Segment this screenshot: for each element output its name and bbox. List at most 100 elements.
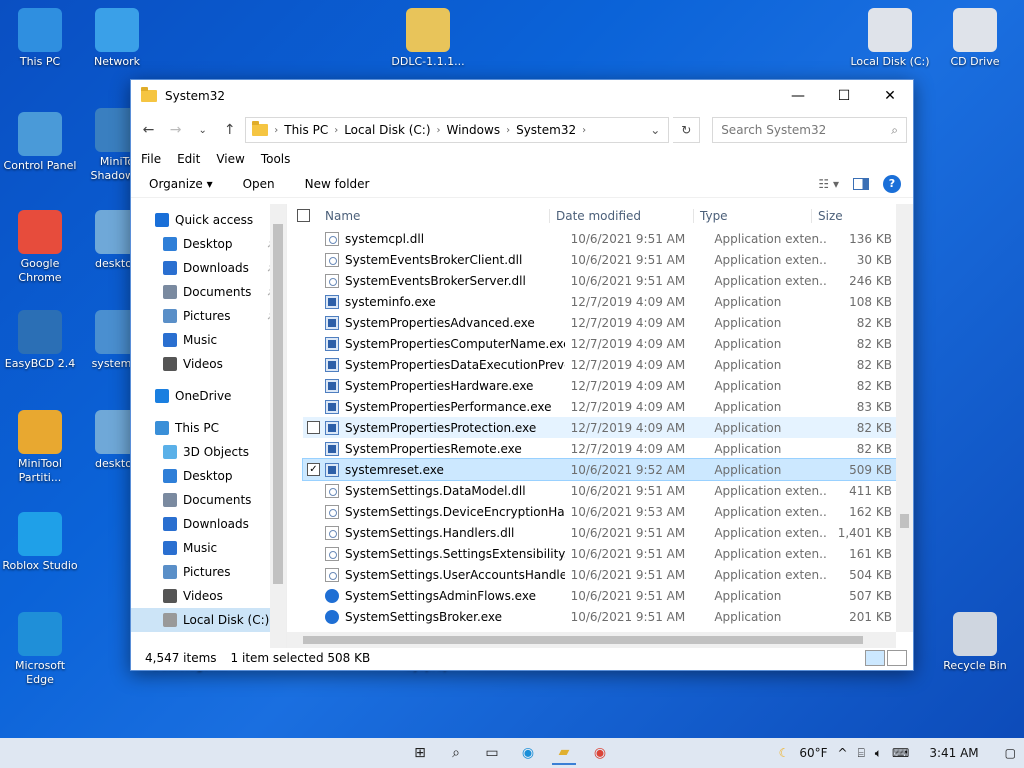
address-dropdown-icon[interactable]: ⌄ xyxy=(642,123,668,137)
organize-button[interactable]: Organize ▾ xyxy=(149,177,213,191)
column-size[interactable]: Size xyxy=(811,209,881,223)
search-input[interactable]: Search System32 ⌕ xyxy=(712,117,907,143)
table-row[interactable]: SystemEventsBrokerServer.dll 10/6/2021 9:… xyxy=(303,270,896,291)
desktop-icon[interactable]: Local Disk (C:) xyxy=(850,8,930,69)
desktop-icon[interactable]: MiniTool Partiti... xyxy=(0,410,80,485)
desktop-icon[interactable]: DDLC-1.1.1... xyxy=(388,8,468,69)
open-button[interactable]: Open xyxy=(243,177,275,191)
table-row[interactable]: SystemSettings.UserAccountsHandler... 10/… xyxy=(303,564,896,585)
row-checkbox[interactable] xyxy=(307,421,320,434)
table-row[interactable]: SystemSettings.Handlers.dll 10/6/2021 9:5… xyxy=(303,522,896,543)
nav-item[interactable]: Pictures📌︎ xyxy=(131,304,286,328)
weather-temp[interactable]: 60°F xyxy=(799,746,827,760)
nav-item[interactable]: Documents📌︎ xyxy=(131,280,286,304)
table-row[interactable]: SystemSettings.DeviceEncryptionHan... 10/… xyxy=(303,501,896,522)
refresh-button[interactable]: ↻ xyxy=(673,117,701,143)
back-button[interactable]: ← xyxy=(137,118,160,142)
table-row[interactable]: SystemPropertiesDataExecutionPreve... 12/… xyxy=(303,354,896,375)
help-icon[interactable]: ? xyxy=(883,174,901,193)
nav-item[interactable]: Desktop xyxy=(131,464,286,488)
search-button[interactable]: ⌕ xyxy=(444,741,468,765)
desktop-icon[interactable]: CD Drive xyxy=(935,8,1015,69)
file-list-vscrollbar[interactable] xyxy=(896,204,913,632)
nav-item[interactable]: Pictures xyxy=(131,560,286,584)
up-button[interactable]: ↑ xyxy=(218,118,241,142)
task-view-button[interactable]: ▭ xyxy=(480,741,504,765)
nav-item[interactable]: Documents xyxy=(131,488,286,512)
table-row[interactable]: SystemSettings.DataModel.dll 10/6/2021 9:… xyxy=(303,480,896,501)
desktop-icon[interactable]: EasyBCD 2.4 xyxy=(0,310,80,371)
column-date-modified[interactable]: Date modified xyxy=(549,209,693,223)
menu-edit[interactable]: Edit xyxy=(177,152,200,166)
table-row[interactable]: SystemSettingsAdminFlows.exe 10/6/2021 9:… xyxy=(303,585,896,606)
table-row[interactable]: systemcpl.dll 10/6/2021 9:51 AM Applicatio… xyxy=(303,228,896,249)
volume-icon[interactable]: 🔈︎ xyxy=(875,746,882,761)
keyboard-icon[interactable]: ⌨ xyxy=(892,746,909,760)
forward-button[interactable]: → xyxy=(164,118,187,142)
desktop-icon[interactable]: Google Chrome xyxy=(0,210,80,285)
column-name[interactable]: Name xyxy=(287,209,549,223)
address-bar[interactable]: › This PC › Local Disk (C:) › Windows › … xyxy=(245,117,670,143)
maximize-button[interactable]: ☐ xyxy=(821,80,867,112)
desktop-icon[interactable]: Recycle Bin xyxy=(935,612,1015,673)
nav-item[interactable]: Local Disk (C:) xyxy=(131,608,286,632)
breadcrumb-system32[interactable]: System32 xyxy=(516,123,576,137)
nav-item[interactable]: OneDrive xyxy=(131,384,286,408)
breadcrumb-this-pc[interactable]: This PC xyxy=(284,123,328,137)
desktop-icon[interactable]: This PC xyxy=(0,8,80,69)
select-all-checkbox[interactable] xyxy=(297,209,310,222)
nav-item[interactable]: This PC xyxy=(131,416,286,440)
desktop-icon[interactable]: Network xyxy=(77,8,157,69)
new-folder-button[interactable]: New folder xyxy=(305,177,370,191)
table-row[interactable]: systeminfo.exe 12/7/2019 4:09 AM Applicati… xyxy=(303,291,896,312)
file-date-modified: 10/6/2021 9:51 AM xyxy=(570,609,686,624)
nav-item[interactable]: Music xyxy=(131,536,286,560)
title-bar[interactable]: System32 — ☐ ✕ xyxy=(131,80,913,112)
preview-pane-icon[interactable] xyxy=(853,177,869,190)
breadcrumb-windows[interactable]: Windows xyxy=(447,123,501,137)
network-icon[interactable]: ⌸ xyxy=(858,746,865,761)
close-button[interactable]: ✕ xyxy=(867,80,913,112)
file-explorer-taskbar-icon[interactable]: ▰ xyxy=(552,741,576,765)
nav-item[interactable]: Quick access xyxy=(131,208,286,232)
nav-item[interactable]: Videos xyxy=(131,352,286,376)
table-row[interactable]: SystemPropertiesPerformance.exe 12/7/2019… xyxy=(303,396,896,417)
table-row[interactable]: SystemPropertiesProtection.exe 12/7/2019 … xyxy=(303,417,896,438)
row-checkbox[interactable]: ✓ xyxy=(307,463,320,476)
nav-item[interactable]: Videos xyxy=(131,584,286,608)
clock[interactable]: 3:41 AM xyxy=(929,746,978,760)
table-row[interactable]: SystemSettingsBroker.exe 10/6/2021 9:51 A… xyxy=(303,606,896,627)
minimize-button[interactable]: — xyxy=(775,80,821,112)
weather-icon[interactable]: ☾ xyxy=(779,746,790,760)
column-type[interactable]: Type xyxy=(693,209,811,223)
menu-file[interactable]: File xyxy=(141,152,161,166)
table-row[interactable]: SystemPropertiesHardware.exe 12/7/2019 4:… xyxy=(303,375,896,396)
nav-scrollbar[interactable] xyxy=(270,204,286,648)
chevron-up-icon[interactable]: ^ xyxy=(838,746,848,760)
nav-item[interactable]: Downloads xyxy=(131,512,286,536)
details-view-button[interactable] xyxy=(865,650,885,666)
table-row[interactable]: SystemEventsBrokerClient.dll 10/6/2021 9:… xyxy=(303,249,896,270)
chrome-taskbar-icon[interactable]: ◉ xyxy=(588,741,612,765)
large-icons-view-button[interactable] xyxy=(887,650,907,666)
recent-locations-button[interactable]: ⌄ xyxy=(191,118,214,142)
desktop-icon[interactable]: Microsoft Edge xyxy=(0,612,80,687)
nav-item[interactable]: Desktop📌︎ xyxy=(131,232,286,256)
table-row[interactable]: SystemPropertiesAdvanced.exe 12/7/2019 4:… xyxy=(303,312,896,333)
nav-item[interactable]: Downloads📌︎ xyxy=(131,256,286,280)
edge-taskbar-icon[interactable]: ◉ xyxy=(516,741,540,765)
breadcrumb-local-disk[interactable]: Local Disk (C:) xyxy=(344,123,430,137)
nav-item[interactable]: 3D Objects xyxy=(131,440,286,464)
change-view-icon[interactable]: ☷ ▾ xyxy=(818,177,839,191)
start-button[interactable]: ⊞ xyxy=(408,741,432,765)
desktop-icon[interactable]: Roblox Studio xyxy=(0,512,80,573)
menu-tools[interactable]: Tools xyxy=(261,152,291,166)
menu-view[interactable]: View xyxy=(216,152,244,166)
nav-item[interactable]: Music xyxy=(131,328,286,352)
table-row[interactable]: SystemPropertiesComputerName.exe 12/7/201… xyxy=(303,333,896,354)
table-row[interactable]: SystemSettings.SettingsExtensibility.dll… xyxy=(303,543,896,564)
table-row[interactable]: SystemPropertiesRemote.exe 12/7/2019 4:09… xyxy=(303,438,896,459)
notification-icon[interactable]: ▢ xyxy=(1005,746,1016,760)
table-row[interactable]: ✓ systemreset.exe 10/6/2021 9:52 AM Applica… xyxy=(302,458,897,481)
desktop-icon[interactable]: Control Panel xyxy=(0,112,80,173)
